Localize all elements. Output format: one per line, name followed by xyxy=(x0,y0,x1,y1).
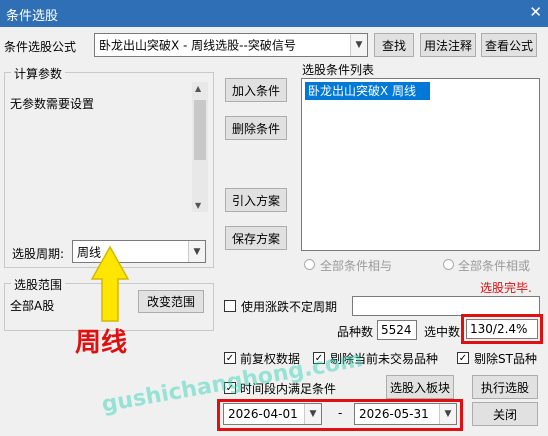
radio-and-label: 全部条件相与 xyxy=(320,259,393,273)
status-text: 选股完毕. xyxy=(480,281,532,295)
selected-highlight: 130/2.4% xyxy=(461,314,543,344)
execute-button[interactable]: 执行选股 xyxy=(472,375,538,399)
formula-value: 卧龙出山突破X - 周线选股--突破信号 xyxy=(99,38,296,53)
chevron-down-icon[interactable]: ▼ xyxy=(439,404,456,424)
count-value: 5524 xyxy=(377,320,417,340)
selected-value: 130/2.4% xyxy=(466,319,538,339)
radio-or-label: 全部条件相或 xyxy=(458,259,531,273)
formula-select[interactable]: 卧龙出山突破X - 周线选股--突破信号 ▼ xyxy=(94,33,368,57)
date-separator: - xyxy=(338,406,343,420)
date-to-value: 2026-05-31 xyxy=(359,407,429,421)
params-text: 无参数需要设置 xyxy=(10,97,95,111)
annotation-label: 周线 xyxy=(75,328,128,358)
scroll-up-icon[interactable]: ▲ xyxy=(195,84,201,93)
radio-or[interactable] xyxy=(443,259,454,270)
range-group-title: 选股范围 xyxy=(11,276,66,293)
find-button[interactable]: 查找 xyxy=(374,33,414,57)
variable-period-input[interactable] xyxy=(352,296,540,316)
radio-and[interactable] xyxy=(304,259,315,270)
date-from-value: 2026-04-01 xyxy=(228,407,298,421)
range-value: 全部A股 xyxy=(10,299,55,313)
close-icon[interactable]: ✕ xyxy=(529,3,542,21)
condition-list[interactable]: 卧龙出山突破X 周线 xyxy=(301,78,540,251)
save-plan-button[interactable]: 保存方案 xyxy=(225,226,287,250)
adjust-checkbox[interactable]: ✓ xyxy=(224,352,236,364)
exclude-st-checkbox[interactable]: ✓ xyxy=(457,352,469,364)
window-title: 条件选股 xyxy=(6,9,59,24)
formula-label: 条件选股公式 xyxy=(4,40,77,54)
variable-period-label: 使用涨跌不定周期 xyxy=(241,300,338,314)
params-scrollbar[interactable]: ▲ ▼ xyxy=(192,82,208,212)
period-label: 选股周期: xyxy=(12,247,65,261)
scroll-thumb[interactable] xyxy=(194,100,206,160)
variable-period-checkbox[interactable] xyxy=(224,300,236,312)
usage-button[interactable]: 用法注释 xyxy=(420,33,476,57)
scroll-down-icon[interactable]: ▼ xyxy=(195,201,201,210)
change-range-button[interactable]: 改变范围 xyxy=(138,290,204,313)
list-item[interactable]: 卧龙出山突破X 周线 xyxy=(305,82,430,100)
arrow-icon xyxy=(90,245,130,322)
selected-label: 选中数 xyxy=(424,325,461,339)
params-group-title: 计算参数 xyxy=(11,65,66,82)
view-formula-button[interactable]: 查看公式 xyxy=(481,33,537,57)
chevron-down-icon[interactable]: ▼ xyxy=(304,404,321,424)
date-to-picker[interactable]: 2026-05-31 ▼ xyxy=(354,403,457,425)
title-bar: 条件选股 ✕ xyxy=(0,0,548,27)
close-button[interactable]: 关闭 xyxy=(472,402,538,426)
date-from-picker[interactable]: 2026-04-01 ▼ xyxy=(223,403,322,425)
to-block-button[interactable]: 选股入板块 xyxy=(386,375,454,399)
condition-list-title: 选股条件列表 xyxy=(302,63,375,77)
import-plan-button[interactable]: 引入方案 xyxy=(225,188,287,212)
delete-condition-button[interactable]: 删除条件 xyxy=(225,116,287,140)
chevron-down-icon[interactable]: ▼ xyxy=(188,241,205,262)
exclude-st-label: 剔除ST品种 xyxy=(474,352,537,366)
chevron-down-icon[interactable]: ▼ xyxy=(350,34,367,56)
add-condition-button[interactable]: 加入条件 xyxy=(225,78,287,102)
count-label: 品种数 xyxy=(337,325,374,339)
